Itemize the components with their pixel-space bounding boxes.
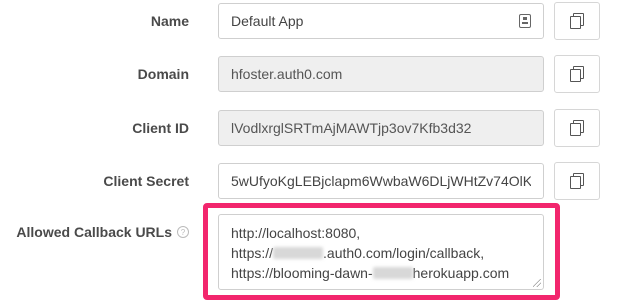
callback-line-3-suffix: herokuapp.com: [412, 265, 510, 281]
client-id-label: Client ID: [132, 120, 189, 136]
callback-line-2-prefix: https://: [231, 245, 274, 261]
copy-icon: [570, 66, 584, 82]
name-label: Name: [150, 13, 189, 29]
client-secret-row: Client Secret 5wUfyoKgLEBjclapm6WwbaW6DL…: [0, 156, 617, 206]
callback-line-3: https://blooming-dawn- herokuapp.com: [231, 263, 531, 283]
client-secret-field[interactable]: 5wUfyoKgLEBjclapm6WwbaW6DLjWHtZv74OlK0: [218, 163, 544, 199]
callback-line-1: http://localhost:8080,: [231, 223, 531, 243]
domain-field[interactable]: hfoster.auth0.com: [218, 56, 544, 92]
client-id-value: lVodlxrglSRTmAjMAWTjp3ov7Kfb3d32: [231, 120, 472, 136]
name-row: Name Default App: [0, 0, 617, 46]
copy-client-secret-button[interactable]: [554, 162, 600, 200]
copy-client-id-button[interactable]: [554, 109, 600, 147]
callback-line-3-prefix: https://blooming-dawn-: [231, 265, 373, 281]
copy-icon: [570, 13, 584, 29]
callback-urls-label-text: Allowed Callback URLs: [16, 224, 172, 240]
resize-handle[interactable]: [533, 279, 541, 287]
callback-line-2: https:// .auth0.com/login/callback,: [231, 243, 531, 263]
callback-urls-textarea[interactable]: http://localhost:8080, https:// .auth0.c…: [218, 214, 544, 290]
copy-icon: [570, 120, 584, 136]
copy-icon: [570, 173, 584, 189]
redacted-blur: [273, 247, 324, 259]
name-value: Default App: [231, 13, 304, 29]
help-icon[interactable]: ?: [177, 226, 189, 238]
keyboard-icon[interactable]: [519, 14, 531, 28]
callback-line-2-suffix: .auth0.com/login/callback,: [323, 245, 485, 261]
client-id-field[interactable]: lVodlxrglSRTmAjMAWTjp3ov7Kfb3d32: [218, 110, 544, 146]
copy-name-button[interactable]: [554, 2, 600, 40]
redacted-blur: [372, 267, 413, 279]
domain-value: hfoster.auth0.com: [231, 66, 343, 82]
client-id-row: Client ID lVodlxrglSRTmAjMAWTjp3ov7Kfb3d…: [0, 103, 617, 153]
copy-domain-button[interactable]: [554, 55, 600, 93]
callback-urls-label: Allowed Callback URLs ?: [16, 209, 189, 255]
client-secret-label: Client Secret: [103, 173, 189, 189]
name-input[interactable]: Default App: [218, 3, 544, 39]
client-secret-value: 5wUfyoKgLEBjclapm6WwbaW6DLjWHtZv74OlK0: [231, 173, 531, 189]
callback-line-1-text: http://localhost:8080,: [231, 225, 361, 241]
domain-row: Domain hfoster.auth0.com: [0, 49, 617, 99]
domain-label: Domain: [137, 66, 189, 82]
